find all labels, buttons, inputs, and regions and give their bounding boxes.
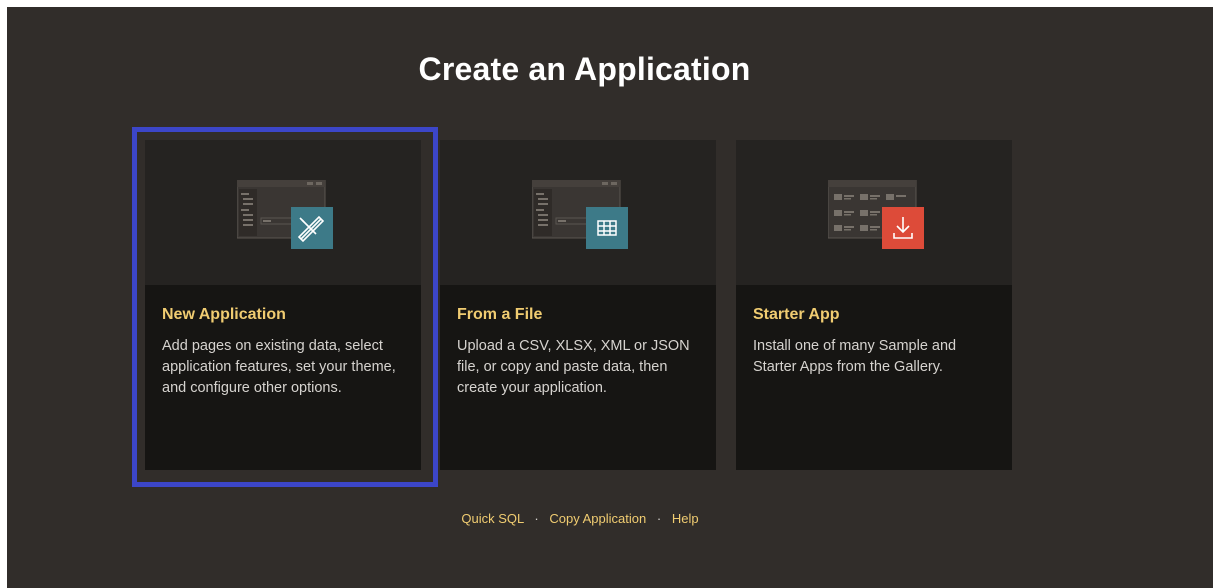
badge-table	[586, 207, 628, 249]
card-illustration	[145, 140, 421, 285]
footer-links: Quick SQL · Copy Application · Help	[7, 511, 1153, 526]
card-title: Starter App	[753, 306, 840, 323]
card-illustration	[440, 140, 716, 285]
link-separator: ·	[656, 511, 662, 526]
card-title: From a File	[457, 306, 543, 323]
card-description: Install one of many Sample and Starter A…	[753, 338, 957, 375]
file-upload-illustration	[532, 180, 628, 249]
help-link[interactable]: Help	[672, 511, 699, 526]
page-background: Create an Application New Application Ad…	[7, 7, 1213, 588]
card-title: New Application	[162, 306, 286, 323]
copy-application-link[interactable]: Copy Application	[549, 511, 646, 526]
card-description: Upload a CSV, XLSX, XML or JSON file, or…	[457, 338, 690, 396]
quick-sql-link[interactable]: Quick SQL	[461, 511, 523, 526]
app-builder-illustration	[237, 180, 333, 249]
page-title: Create an Application	[418, 51, 751, 87]
link-separator: ·	[534, 511, 539, 526]
card-illustration	[736, 140, 1012, 285]
starter-app-card[interactable]: Starter App Install one of many Sample a…	[736, 140, 1012, 470]
card-description: Add pages on existing data, select appli…	[162, 338, 396, 396]
from-a-file-card[interactable]: From a File Upload a CSV, XLSX, XML or J…	[440, 140, 716, 470]
gallery-illustration	[828, 180, 924, 249]
new-application-card[interactable]: New Application Add pages on existing da…	[145, 140, 421, 470]
